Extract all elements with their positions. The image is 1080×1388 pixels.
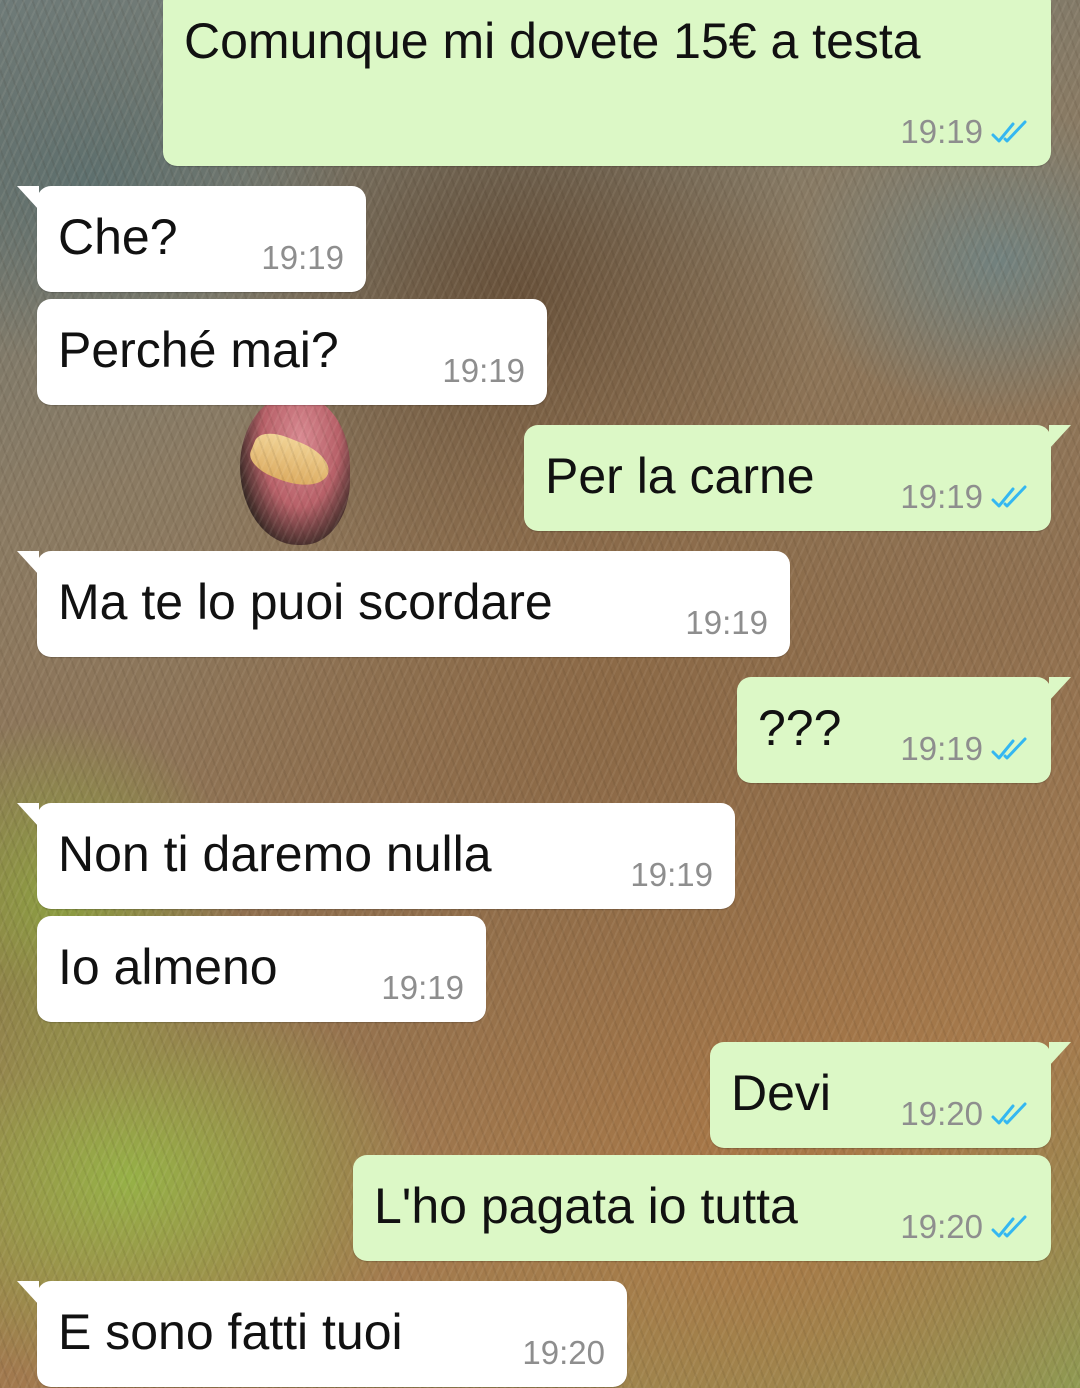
message-timestamp: 19:19 xyxy=(381,969,464,1006)
message-text: Ma te lo puoi scordare xyxy=(58,574,553,630)
message-timestamp: 19:19 xyxy=(900,730,983,767)
message-text: Perché mai? xyxy=(58,322,339,378)
message-timestamp: 19:20 xyxy=(900,1208,983,1245)
message-bubble-incoming[interactable]: Non ti daremo nulla 19:19 xyxy=(17,803,735,909)
message-timestamp: 19:19 xyxy=(900,113,983,150)
message-text: Comunque mi dovete 15€ a testa xyxy=(184,13,921,69)
message-timestamp: 19:20 xyxy=(522,1334,605,1371)
message-timestamp: 19:19 xyxy=(630,856,713,893)
message-timestamp: 19:19 xyxy=(261,239,344,276)
message-bubble-incoming[interactable]: Ma te lo puoi scordare 19:19 xyxy=(17,551,790,657)
message-bubble-outgoing[interactable]: ??? 19:19 xyxy=(737,677,1071,783)
message-text: Per la carne xyxy=(545,448,815,504)
message-bubble-incoming[interactable]: Perché mai? 19:19 xyxy=(37,299,547,405)
double-check-icon xyxy=(991,737,1027,760)
double-check-icon xyxy=(991,120,1027,143)
message-bubble-incoming[interactable]: Io almeno 19:19 xyxy=(37,916,486,1022)
message-timestamp: 19:19 xyxy=(900,478,983,515)
message-list[interactable]: Comunque mi dovete 15€ a testa 19:19 Che… xyxy=(0,0,1080,1388)
message-bubble-outgoing[interactable]: L'ho pagata io tutta 19:20 xyxy=(353,1155,1051,1261)
message-bubble-outgoing[interactable]: Comunque mi dovete 15€ a testa 19:19 xyxy=(163,0,1051,166)
message-text: Devi xyxy=(731,1065,832,1121)
double-check-icon xyxy=(991,485,1027,508)
message-bubble-outgoing[interactable]: Per la carne 19:19 xyxy=(524,425,1071,531)
message-text: ??? xyxy=(758,700,842,756)
message-timestamp: 19:20 xyxy=(900,1095,983,1132)
message-text: Che? xyxy=(58,209,178,265)
message-timestamp: 19:19 xyxy=(685,604,768,641)
double-check-icon xyxy=(991,1102,1027,1125)
message-text: L'ho pagata io tutta xyxy=(374,1178,798,1234)
message-bubble-incoming[interactable]: E sono fatti tuoi 19:20 xyxy=(17,1281,627,1387)
message-text: Io almeno xyxy=(58,939,278,995)
message-text: Non ti daremo nulla xyxy=(58,826,492,882)
double-check-icon xyxy=(991,1215,1027,1238)
message-timestamp: 19:19 xyxy=(442,352,525,389)
message-text: E sono fatti tuoi xyxy=(58,1304,403,1360)
message-bubble-incoming[interactable]: Che? 19:19 xyxy=(17,186,366,292)
message-bubble-outgoing[interactable]: Devi 19:20 xyxy=(710,1042,1071,1148)
